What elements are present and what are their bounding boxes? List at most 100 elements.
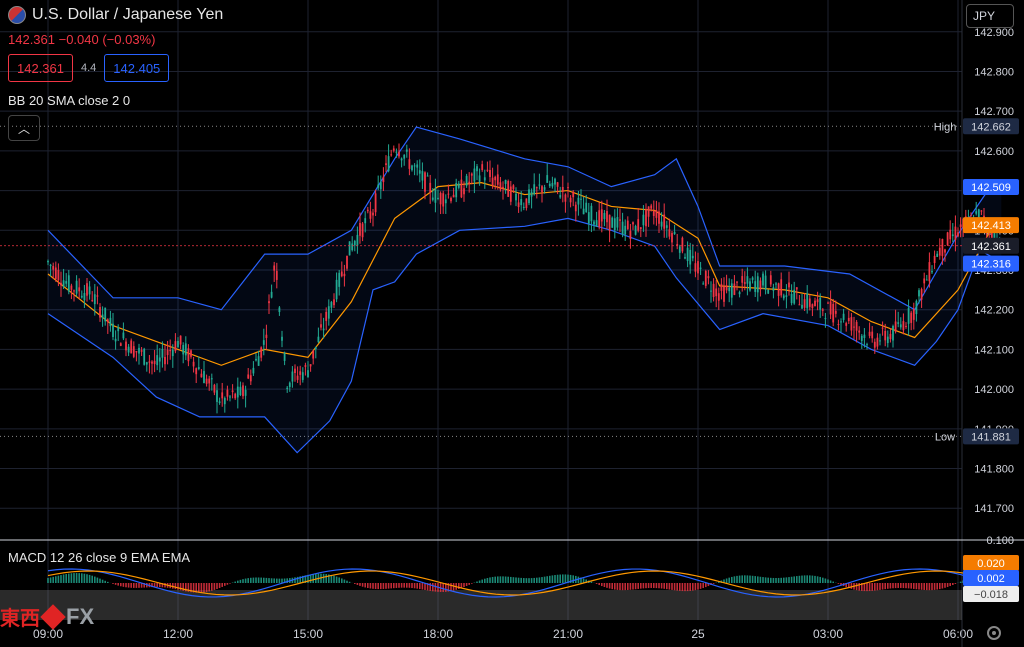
macd-histogram-bar [689,583,691,591]
macd-histogram-bar [494,576,496,583]
candle-body [738,292,741,295]
extreme-price-label: 141.881 [971,431,1011,443]
macd-histogram-bar [949,583,951,587]
macd-histogram-bar [676,583,678,591]
candle-body [819,297,822,310]
macd-histogram-bar [666,583,668,590]
candle-body [413,165,416,167]
macd-histogram-bar [255,577,257,583]
bollinger-bands-legend[interactable]: BB 20 SMA close 2 0 [8,93,130,108]
candle-body [73,290,75,292]
candle-body [624,225,627,235]
candle-body [273,265,276,271]
macd-histogram-bar [387,583,390,589]
time-tick-label: 21:00 [553,627,583,641]
candle-body [171,349,174,357]
macd-histogram-bar [887,583,889,589]
candle-body [642,214,645,226]
macd-histogram-bar [135,583,138,588]
candle-body [577,197,580,205]
candle-body [424,172,426,192]
candle-body [491,177,494,186]
currency-selector[interactable]: JPY [966,4,1014,28]
macd-histogram-bar [68,573,70,583]
price-tick-label: 141.700 [974,503,1014,515]
candle-body [57,270,60,281]
candle-body [398,151,400,157]
price-tick-label: 142.000 [974,384,1014,396]
candle-body [806,293,809,309]
time-tick-label: 15:00 [293,627,323,641]
candle-body [400,158,403,161]
symbol-header[interactable]: U.S. Dollar / Japanese Yen [8,6,223,24]
collapse-legend-button[interactable]: ︿ [8,115,40,141]
macd-histogram-bar [125,583,127,588]
candle-body [223,398,226,405]
candle-body [148,361,151,363]
candle-body [52,266,55,270]
candle-body [135,351,138,353]
sell-button[interactable]: 142.361 [8,54,73,82]
candle-body [522,206,525,208]
macd-histogram-bar [156,583,158,588]
candle-body [179,335,182,345]
macd-histogram-bar [780,577,782,583]
macd-histogram-bar [49,577,52,583]
candle-body [476,166,478,172]
macd-histogram-bar [468,583,470,585]
extreme-label: High [934,121,957,133]
macd-histogram-bar [549,575,551,583]
candle-body [637,219,640,231]
candle-body [554,178,556,185]
price-badge-label-sma: 142.413 [971,220,1011,232]
macd-histogram-bar [551,575,554,583]
macd-histogram-bar [346,580,348,583]
candle-body [203,371,205,384]
candle-body [559,195,562,198]
macd-histogram-bar [556,574,559,583]
candle-body [769,275,772,285]
macd-legend[interactable]: MACD 12 26 close 9 EMA EMA [8,550,190,565]
price-tick-label: 142.700 [974,106,1014,118]
candle-body [60,282,62,286]
candle-body [515,193,517,201]
candle-body [897,322,900,324]
candle-body [153,360,156,365]
candle-body [541,186,543,193]
macd-histogram-bar [632,583,634,590]
settings-gear-icon[interactable] [987,626,1001,640]
macd-histogram-bar [881,583,884,590]
macd-histogram-bar [104,580,106,583]
macd-histogram-bar [83,573,86,583]
macd-histogram-bar [520,577,522,583]
macd-histogram-bar [237,580,239,583]
extreme-label: Low [935,431,955,443]
macd-histogram-bar [486,578,489,583]
candle-body [114,338,117,342]
candle-body [426,175,429,177]
time-tick-label: 25 [691,627,705,641]
macd-histogram-bar [642,583,645,589]
macd-histogram-bar [751,575,754,583]
candle-body [520,199,523,206]
macd-histogram-bar [939,583,941,590]
candle-body [647,206,650,217]
candle-body [764,275,767,290]
macd-histogram-bar [442,583,444,592]
macd-histogram-bar [671,583,673,590]
macd-histogram-bar [491,576,494,583]
macd-histogram-bar [239,579,242,583]
buy-button[interactable]: 142.405 [104,54,170,82]
macd-histogram-bar [91,575,93,583]
candle-body [970,215,972,217]
macd-histogram-bar [910,583,912,589]
macd-histogram-bar [663,583,665,589]
macd-histogram-bar [920,583,923,590]
candle-body [918,290,920,297]
candle-body [416,164,419,168]
macd-histogram-bar [629,583,632,590]
candle-body [884,330,887,341]
macd-histogram-bar [832,581,834,583]
candle-body [621,221,624,235]
candle-body [106,319,109,323]
